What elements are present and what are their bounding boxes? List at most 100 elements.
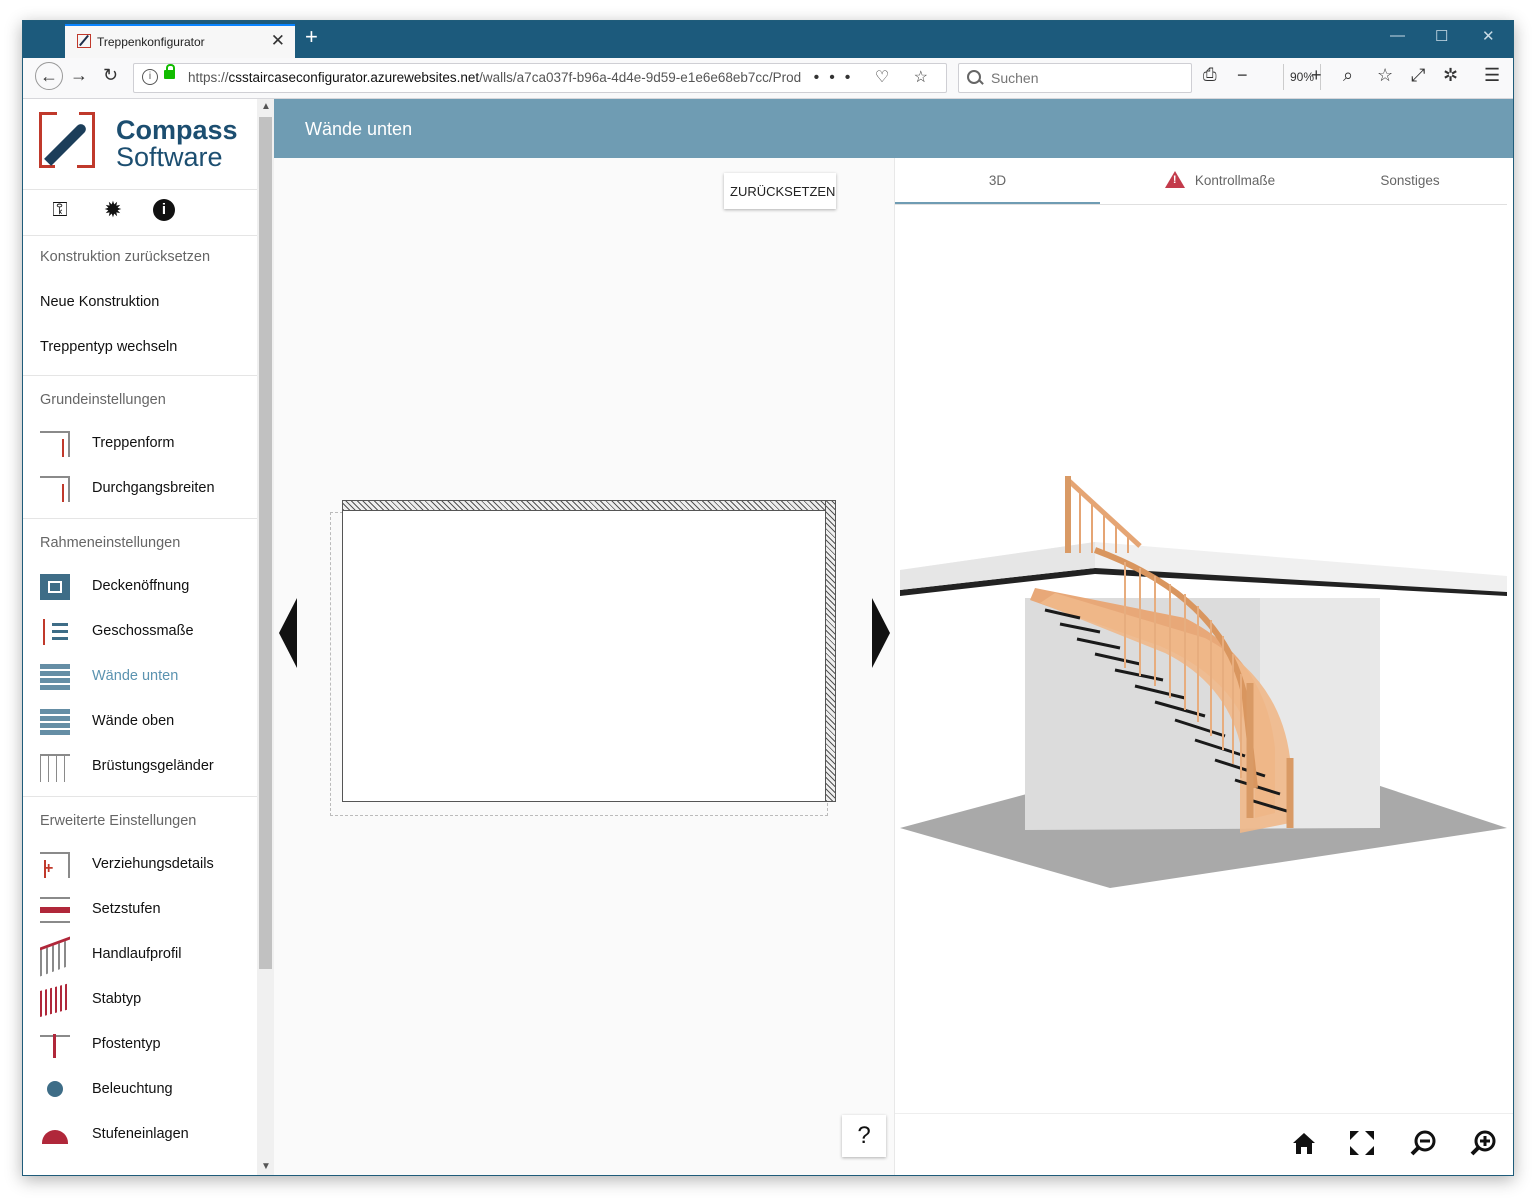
plan-room: [342, 500, 836, 802]
section-title-advanced: Erweiterte Einstellungen: [40, 813, 197, 829]
sidebar-item-beleuchtung[interactable]: Beleuchtung: [40, 1075, 250, 1105]
lamp-icon: [40, 1077, 70, 1103]
scroll-up-icon[interactable]: ▲: [261, 101, 271, 112]
page-header: Wände unten: [274, 99, 1513, 158]
wall-editor: ZURÜCKSETZEN ?: [274, 158, 894, 1175]
sidebar-item-geschossmasse[interactable]: Geschossmaße: [40, 617, 250, 647]
floor-plan[interactable]: [324, 498, 839, 828]
fit-view-icon[interactable]: [1347, 1128, 1377, 1158]
wall-top[interactable]: [342, 500, 836, 511]
previous-arrow-icon[interactable]: [279, 598, 297, 668]
home-icon[interactable]: [1289, 1128, 1319, 1158]
handrail-icon: [40, 936, 70, 977]
view-tabs: 3D Kontrollmaße Sonstiges: [895, 158, 1507, 205]
key-icon[interactable]: ⚿: [47, 199, 73, 221]
library-icon[interactable]: ☆: [1377, 65, 1393, 86]
maximize-icon[interactable]: ☐: [1435, 27, 1448, 45]
next-arrow-icon[interactable]: [872, 598, 890, 668]
bookmark-star-icon[interactable]: ☆: [914, 69, 938, 86]
balustrade-icon: [40, 754, 70, 782]
title-bar: Treppenkonfigurator ✕ + — ☐ ✕: [23, 21, 1513, 58]
more-icon[interactable]: •••: [814, 69, 861, 86]
url-bar[interactable]: i https://csstaircaseconfigurator.azurew…: [133, 63, 947, 93]
section-title-frame: Rahmeneinstellungen: [40, 535, 181, 551]
sidebar-item-stabtyp[interactable]: Stabtyp: [40, 982, 250, 1018]
extension-gear-icon[interactable]: ✲: [1443, 65, 1458, 86]
winder-details-icon: [40, 852, 70, 878]
wall-right[interactable]: [825, 500, 836, 802]
logo-text: Compass Software: [116, 115, 238, 172]
sidebar-item-treppenform[interactable]: Treppenform: [40, 429, 250, 459]
find-icon[interactable]: ⌕: [1343, 65, 1353, 86]
riser-icon: [40, 897, 70, 923]
sidebar-item-waende-oben[interactable]: Wände oben: [40, 707, 250, 737]
window-close-icon[interactable]: ✕: [1482, 27, 1495, 45]
sidebar-item-deckenoeffnung[interactable]: Deckenöffnung: [40, 572, 250, 602]
close-tab-icon[interactable]: ✕: [271, 31, 285, 51]
scroll-down-icon[interactable]: ▼: [261, 1161, 271, 1172]
wall-bricks-icon: [40, 664, 70, 690]
url-actions: ••• ♡ ☆: [814, 67, 938, 87]
stair-shape-icon: [40, 431, 70, 457]
sidebar-item-setzstufen[interactable]: Setzstufen: [40, 895, 250, 925]
sidebar-item-stufeneinlagen[interactable]: Stufeneinlagen: [40, 1120, 250, 1150]
reload-icon[interactable]: ↻: [103, 65, 118, 86]
tab-3d[interactable]: 3D: [895, 158, 1100, 204]
sidebar-action-switch-type[interactable]: Treppentyp wechseln: [40, 339, 177, 355]
tab-title: Treppenkonfigurator: [97, 35, 205, 49]
newel-post-icon: [40, 1032, 70, 1058]
search-input[interactable]: [989, 68, 1183, 88]
baluster-icon: [40, 982, 70, 1018]
search-box[interactable]: [958, 63, 1192, 93]
zoom-in-icon[interactable]: +: [1311, 65, 1322, 86]
minimize-icon[interactable]: —: [1390, 27, 1405, 44]
search-icon: [967, 70, 981, 84]
sidebar-item-durchgangsbreiten[interactable]: Durchgangsbreiten: [40, 474, 250, 504]
sidebar-scrollbar[interactable]: ▲ ▼: [257, 99, 274, 1175]
url-text: https://csstaircaseconfigurator.azureweb…: [188, 70, 802, 85]
pocket-icon[interactable]: ♡: [875, 69, 899, 86]
back-icon[interactable]: ←: [35, 62, 63, 90]
sidebar-action-new[interactable]: Neue Konstruktion: [40, 294, 159, 310]
browser-tab[interactable]: Treppenkonfigurator ✕: [65, 24, 295, 58]
zoom-in-view-icon[interactable]: [1468, 1128, 1498, 1158]
tab-sonstiges[interactable]: Sonstiges: [1313, 158, 1507, 204]
sidebar-action-reset[interactable]: Konstruktion zurücksetzen: [40, 249, 210, 265]
help-button[interactable]: ?: [842, 1115, 886, 1157]
browser-window: Treppenkonfigurator ✕ + — ☐ ✕ ← → ↻ i ht…: [22, 20, 1514, 1176]
3d-staircase-view[interactable]: [895, 458, 1514, 898]
passage-width-icon: [40, 476, 70, 502]
tab-kontrollmasse[interactable]: Kontrollmaße: [1100, 158, 1340, 204]
new-tab-icon[interactable]: +: [305, 24, 318, 50]
sidebar-item-pfostentyp[interactable]: Pfostentyp: [40, 1030, 250, 1060]
sidebar: Compass Software ⚿ ✹ i Konstruktion zurü…: [23, 99, 257, 1175]
sidebar-item-handlaufprofil[interactable]: Handlaufprofil: [40, 936, 250, 977]
section-title-basic: Grundeinstellungen: [40, 392, 166, 408]
floor-height-icon: [40, 619, 70, 645]
page-title: Wände unten: [305, 119, 413, 139]
logo-mark: [39, 110, 99, 172]
forward-icon[interactable]: →: [70, 65, 88, 86]
navigation-bar: ← → ↻ i https://csstaircaseconfigurator.…: [23, 58, 1513, 99]
sidebar-item-waende-unten[interactable]: Wände unten: [40, 662, 250, 692]
sidebar-item-verziehungsdetails[interactable]: Verziehungsdetails: [40, 850, 250, 880]
favicon-icon: [77, 34, 91, 48]
reset-button[interactable]: ZURÜCKSETZEN: [724, 173, 836, 209]
scrollbar-thumb[interactable]: [259, 117, 272, 969]
gear-icon[interactable]: ✹: [100, 199, 126, 221]
menu-icon[interactable]: ☰: [1484, 65, 1500, 86]
info-icon[interactable]: i: [142, 69, 158, 85]
preview-pane: 3D Kontrollmaße Sonstiges: [894, 158, 1514, 1175]
zoom-out-view-icon[interactable]: [1408, 1128, 1438, 1158]
wall-bricks-icon: [40, 709, 70, 735]
sidebar-item-bruestungsgelaender[interactable]: Brüstungsgeländer: [40, 752, 250, 782]
ceiling-opening-icon: [40, 574, 70, 600]
info-circle-icon[interactable]: i: [153, 199, 175, 221]
warning-icon: [1164, 171, 1185, 188]
lock-icon: [164, 64, 175, 79]
tread-inlay-icon: [40, 1122, 70, 1148]
fullscreen-icon[interactable]: ⤢: [1411, 65, 1425, 86]
print-icon[interactable]: ⎙: [1203, 65, 1217, 85]
zoom-out-icon[interactable]: −: [1237, 65, 1248, 86]
view-controls: [895, 1113, 1513, 1175]
